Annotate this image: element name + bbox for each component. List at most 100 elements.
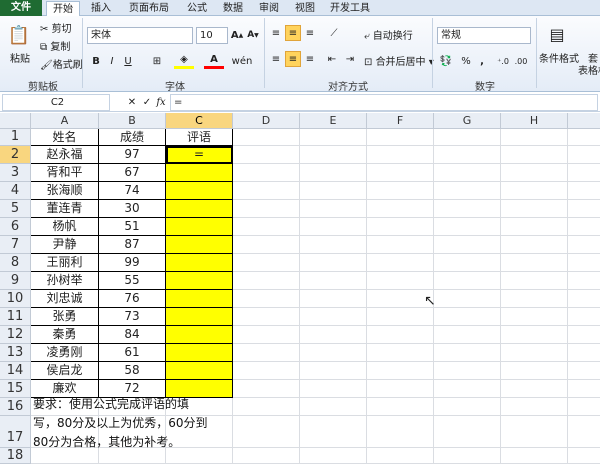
- cell[interactable]: [233, 236, 300, 254]
- cell[interactable]: [434, 362, 501, 380]
- row-header-6[interactable]: 6: [0, 218, 31, 236]
- cell[interactable]: [367, 254, 434, 272]
- cell[interactable]: [233, 380, 300, 398]
- tab-developer[interactable]: 开发工具: [326, 1, 374, 16]
- row-header-7[interactable]: 7: [0, 236, 31, 254]
- tab-home[interactable]: 开始: [46, 1, 80, 16]
- score-cell[interactable]: 67: [99, 164, 166, 182]
- tab-insert[interactable]: 插入: [86, 1, 116, 16]
- cell[interactable]: [568, 218, 600, 236]
- column-header-F[interactable]: F: [367, 113, 434, 129]
- name-cell[interactable]: 姓名: [31, 129, 99, 146]
- cell[interactable]: [367, 200, 434, 218]
- cell[interactable]: [434, 182, 501, 200]
- row-header-1[interactable]: 1: [0, 129, 31, 146]
- cell[interactable]: [367, 272, 434, 290]
- cell[interactable]: [233, 290, 300, 308]
- score-cell[interactable]: 73: [99, 308, 166, 326]
- cell[interactable]: [434, 129, 501, 146]
- cell[interactable]: [300, 380, 367, 398]
- cell[interactable]: [367, 146, 434, 164]
- row-header-9[interactable]: 9: [0, 272, 31, 290]
- shrink-font-icon[interactable]: A ▼: [246, 27, 260, 43]
- cell[interactable]: [434, 200, 501, 218]
- row-header-8[interactable]: 8: [0, 254, 31, 272]
- cell[interactable]: [434, 254, 501, 272]
- cancel-icon[interactable]: ✕: [126, 95, 138, 109]
- cell[interactable]: [233, 254, 300, 272]
- cell[interactable]: [233, 362, 300, 380]
- cell[interactable]: [434, 308, 501, 326]
- row-header-11[interactable]: 11: [0, 308, 31, 326]
- comment-cell[interactable]: [166, 236, 233, 254]
- grow-font-icon[interactable]: A ▲: [230, 27, 244, 43]
- row-header-14[interactable]: 14: [0, 362, 31, 380]
- cell[interactable]: [367, 448, 434, 464]
- cell[interactable]: [501, 254, 568, 272]
- cell[interactable]: [568, 236, 600, 254]
- cell[interactable]: [300, 182, 367, 200]
- score-cell[interactable]: 51: [99, 218, 166, 236]
- cell[interactable]: [434, 448, 501, 464]
- align-center-icon[interactable]: ≡: [285, 51, 301, 67]
- cell[interactable]: [434, 344, 501, 362]
- cell[interactable]: [568, 448, 600, 464]
- formula-input[interactable]: =: [170, 94, 598, 111]
- comment-cell[interactable]: [166, 272, 233, 290]
- column-header-B[interactable]: B: [99, 113, 166, 129]
- score-cell[interactable]: 成绩: [99, 129, 166, 146]
- decrease-decimal-icon[interactable]: .00: [513, 53, 529, 69]
- cell[interactable]: [300, 218, 367, 236]
- cell[interactable]: [501, 398, 568, 416]
- cell[interactable]: [568, 398, 600, 416]
- cell[interactable]: [568, 254, 600, 272]
- increase-indent-icon[interactable]: ⇥: [342, 51, 358, 67]
- cell[interactable]: [233, 129, 300, 146]
- row-header-18[interactable]: 18: [0, 448, 31, 464]
- cell[interactable]: [568, 308, 600, 326]
- cell[interactable]: [568, 290, 600, 308]
- tab-file[interactable]: 文件: [0, 0, 42, 16]
- increase-decimal-icon[interactable]: ⁺.0: [495, 53, 511, 69]
- cell[interactable]: [501, 448, 568, 464]
- cell[interactable]: [367, 344, 434, 362]
- cell[interactable]: [434, 218, 501, 236]
- italic-icon[interactable]: I: [105, 53, 119, 69]
- cell[interactable]: [300, 164, 367, 182]
- score-cell[interactable]: 97: [99, 146, 166, 164]
- comment-cell[interactable]: 评语: [166, 129, 233, 146]
- cell[interactable]: [568, 200, 600, 218]
- cell[interactable]: [300, 448, 367, 464]
- comment-cell[interactable]: [166, 362, 233, 380]
- cell[interactable]: [300, 398, 367, 416]
- merge-center-button[interactable]: ⊡ 合并后居中 ▾: [364, 53, 434, 68]
- name-cell[interactable]: 秦勇: [31, 326, 99, 344]
- cell[interactable]: [501, 380, 568, 398]
- comment-cell[interactable]: [166, 290, 233, 308]
- score-cell[interactable]: 87: [99, 236, 166, 254]
- cell[interactable]: [434, 326, 501, 344]
- cell[interactable]: [434, 398, 501, 416]
- cell[interactable]: [501, 272, 568, 290]
- cell[interactable]: [233, 326, 300, 344]
- score-cell[interactable]: 76: [99, 290, 166, 308]
- name-cell[interactable]: 王丽利: [31, 254, 99, 272]
- tab-review[interactable]: 审阅: [254, 1, 284, 16]
- cell[interactable]: [434, 290, 501, 308]
- decrease-indent-icon[interactable]: ⇤: [324, 51, 340, 67]
- cell[interactable]: [367, 182, 434, 200]
- cell[interactable]: [233, 344, 300, 362]
- tab-data[interactable]: 数据: [218, 1, 248, 16]
- cell[interactable]: [501, 416, 568, 448]
- row-header-15[interactable]: 15: [0, 380, 31, 398]
- cell[interactable]: [233, 218, 300, 236]
- cell[interactable]: [233, 448, 300, 464]
- cell[interactable]: [568, 146, 600, 164]
- row-header-4[interactable]: 4: [0, 182, 31, 200]
- cell[interactable]: [568, 182, 600, 200]
- cell[interactable]: [300, 254, 367, 272]
- cell[interactable]: [501, 182, 568, 200]
- name-cell[interactable]: 凌勇刚: [31, 344, 99, 362]
- tab-formulas[interactable]: 公式: [182, 1, 212, 16]
- format-painter-button[interactable]: 🖌格式刷: [40, 56, 83, 71]
